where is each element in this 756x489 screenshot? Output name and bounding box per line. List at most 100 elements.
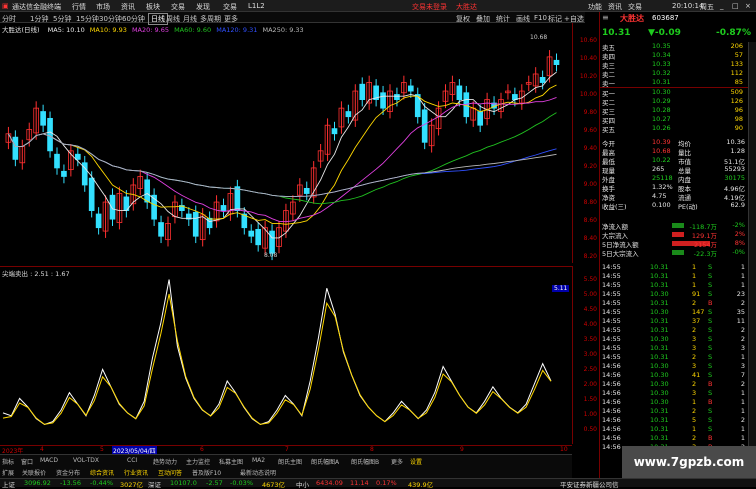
tick-count: 1 [740, 353, 745, 361]
extension-tab[interactable]: 行业资讯 [124, 468, 148, 477]
menu-function[interactable]: 功能 [588, 2, 602, 12]
menu-trade3[interactable]: 交易 [628, 2, 642, 12]
indicator-tab[interactable]: VOL-TDX [73, 457, 99, 464]
bid-price: 10.28 [652, 106, 671, 114]
tick-row: 14:55 10.30 91 S 23 [600, 290, 756, 299]
indicator-tab[interactable]: 设置 [410, 457, 422, 466]
menu-trade2[interactable]: 交易 [223, 2, 237, 12]
tick-volume: 3 [692, 335, 697, 343]
bid-row[interactable]: 买五 10.26 90 [600, 124, 756, 134]
menu-discover[interactable]: 发现 [196, 2, 210, 12]
tick-side: B [708, 380, 713, 388]
stat-value: 10.22 [652, 156, 671, 164]
indicator-axis: 5.50 5.00 4.50 4.00 3.50 3.00 2.50 2.00 1.50 1.00… [572, 266, 599, 444]
tick-price: 10.31 [650, 416, 669, 424]
menu-info[interactable]: 资讯 [608, 2, 622, 12]
extension-tab[interactable]: 最新动态说明 [240, 468, 276, 477]
menu-market[interactable]: 市场 [96, 2, 110, 12]
bid-row[interactable]: 买一 10.30 509 [600, 88, 756, 98]
indicator-tab[interactable]: 趋势动力 [153, 457, 177, 466]
sz-index-value: 10107.0 [170, 479, 197, 487]
menu-trade[interactable]: 交易 [171, 2, 185, 12]
extension-tab[interactable]: 资金分布 [56, 468, 80, 477]
flow-label: 5日大宗流入 [602, 250, 639, 258]
minimize-icon[interactable]: _ [720, 2, 724, 10]
tick-price: 10.30 [650, 380, 669, 388]
menu-sector[interactable]: 板块 [146, 2, 160, 12]
indicator-tab[interactable]: CCI [127, 457, 137, 464]
bid-volume: 126 [730, 97, 743, 105]
tick-price: 10.31 [650, 299, 669, 307]
indicator-tick: 3.50 [583, 336, 597, 343]
zx-index-label[interactable]: 中小 [296, 479, 309, 489]
zx-index-change: 11.14 [350, 479, 369, 487]
tool-f10[interactable]: F10 [534, 14, 547, 22]
tick-price: 10.31 [650, 407, 669, 415]
indicator-tab[interactable]: 更多 [391, 457, 403, 466]
indicator-tab[interactable]: 朗氏幅图A [311, 457, 339, 466]
login-status[interactable]: 交易未登录 [412, 2, 447, 12]
ask-row[interactable]: 卖一 10.31 85 [600, 78, 756, 88]
indicator-tab[interactable]: 朗氏幅图B [351, 457, 379, 466]
tick-count: 2 [740, 335, 745, 343]
indicator-tab[interactable]: MACD [40, 457, 58, 464]
flow-bar [672, 250, 684, 255]
indicator-tick: 5.50 [583, 276, 597, 283]
ask-row[interactable]: 卖二 10.32 112 [600, 69, 756, 79]
bid-row[interactable]: 买二 10.29 126 [600, 97, 756, 107]
indicator-tab[interactable]: 朗氏主图 [278, 457, 302, 466]
indicator-tab[interactable]: 私募主图 [219, 457, 243, 466]
ask-row[interactable]: 卖四 10.34 57 [600, 51, 756, 61]
bid-row[interactable]: 买四 10.27 98 [600, 115, 756, 125]
stat-row: 换手 1.32% 股本 4.96亿 [600, 183, 756, 193]
maximize-icon[interactable]: □ [732, 2, 739, 10]
price-tick: 10.00 [579, 91, 597, 98]
indicator-tab[interactable]: 指标 [2, 457, 14, 466]
tick-price: 10.31 [650, 344, 669, 352]
extension-tab[interactable]: 关联报价 [22, 468, 46, 477]
tick-price: 10.30 [650, 335, 669, 343]
stat-value: 30175 [724, 174, 745, 182]
extension-tab[interactable]: 普及版F10 [192, 468, 221, 477]
ask-row[interactable]: 卖五 10.35 206 [600, 42, 756, 52]
tick-row: 14:56 10.30 3 S 1 [600, 389, 756, 398]
menu-l1l2[interactable]: L1L2 [248, 2, 265, 10]
candle [158, 222, 164, 237]
ask-row[interactable]: 卖三 10.33 133 [600, 60, 756, 70]
tick-list[interactable]: 14:55 10.31 1 S 1 14:55 10.31 1 S 1 14:55 10.31 1 S 1 1… [600, 263, 756, 463]
price-tick: 9.60 [583, 127, 597, 134]
indicator-tab[interactable]: 窗口 [21, 457, 33, 466]
tick-time: 14:56 [602, 389, 621, 397]
indicator-tab[interactable]: 主力监控 [186, 457, 210, 466]
extension-tab[interactable]: 扩展 [2, 468, 14, 477]
extension-tab[interactable]: 综合资讯 [90, 468, 114, 477]
tick-count: 1 [740, 272, 745, 280]
kline-chart[interactable]: 大胜达(日线) MA5: 10.10 MA10: 9.93 MA20: 9.65… [0, 23, 572, 263]
tick-count: 2 [740, 380, 745, 388]
indicator-chart[interactable]: 尖端卖出 : 2.51 : 1.67 5.11 [0, 266, 572, 444]
date-tick: 7 [285, 446, 289, 453]
bid-price: 10.27 [652, 115, 671, 123]
bid-volume: 90 [734, 124, 743, 132]
stat-row: 外盘 25118 内盘 30175 [600, 174, 756, 184]
tick-side: B [708, 398, 713, 406]
menu-news[interactable]: 资讯 [121, 2, 135, 12]
flow-value: -22.3万 [693, 250, 717, 258]
sh-index-label[interactable]: 上证 [2, 479, 15, 489]
indicator-tick: 1.00 [583, 411, 597, 418]
news-ticker[interactable]: 平安证券新疆公司信 [560, 479, 619, 489]
tick-time: 14:56 [602, 371, 621, 379]
price-tick: 9.40 [583, 145, 597, 152]
extension-tab[interactable]: 互动问答 [158, 468, 182, 477]
sz-index-label[interactable]: 深证 [148, 479, 161, 489]
fund-flow-table: 净流入额 -118.7万 -2% 大宗流入 129.1万 2% 5日净流入额 2154万 8% 5… [600, 221, 756, 261]
bid-row[interactable]: 买三 10.28 96 [600, 106, 756, 116]
scrollbar[interactable] [748, 42, 756, 452]
price-tick: 8.80 [583, 199, 597, 206]
indicator-tab[interactable]: MA2 [252, 457, 265, 464]
stat-value: 10.39 [652, 138, 671, 146]
close-icon[interactable]: × [745, 2, 751, 10]
menu-icon[interactable]: ≡ [602, 13, 609, 22]
menu-hq[interactable]: 行情 [72, 2, 86, 12]
sz-index-change: -2.57 [206, 479, 223, 487]
